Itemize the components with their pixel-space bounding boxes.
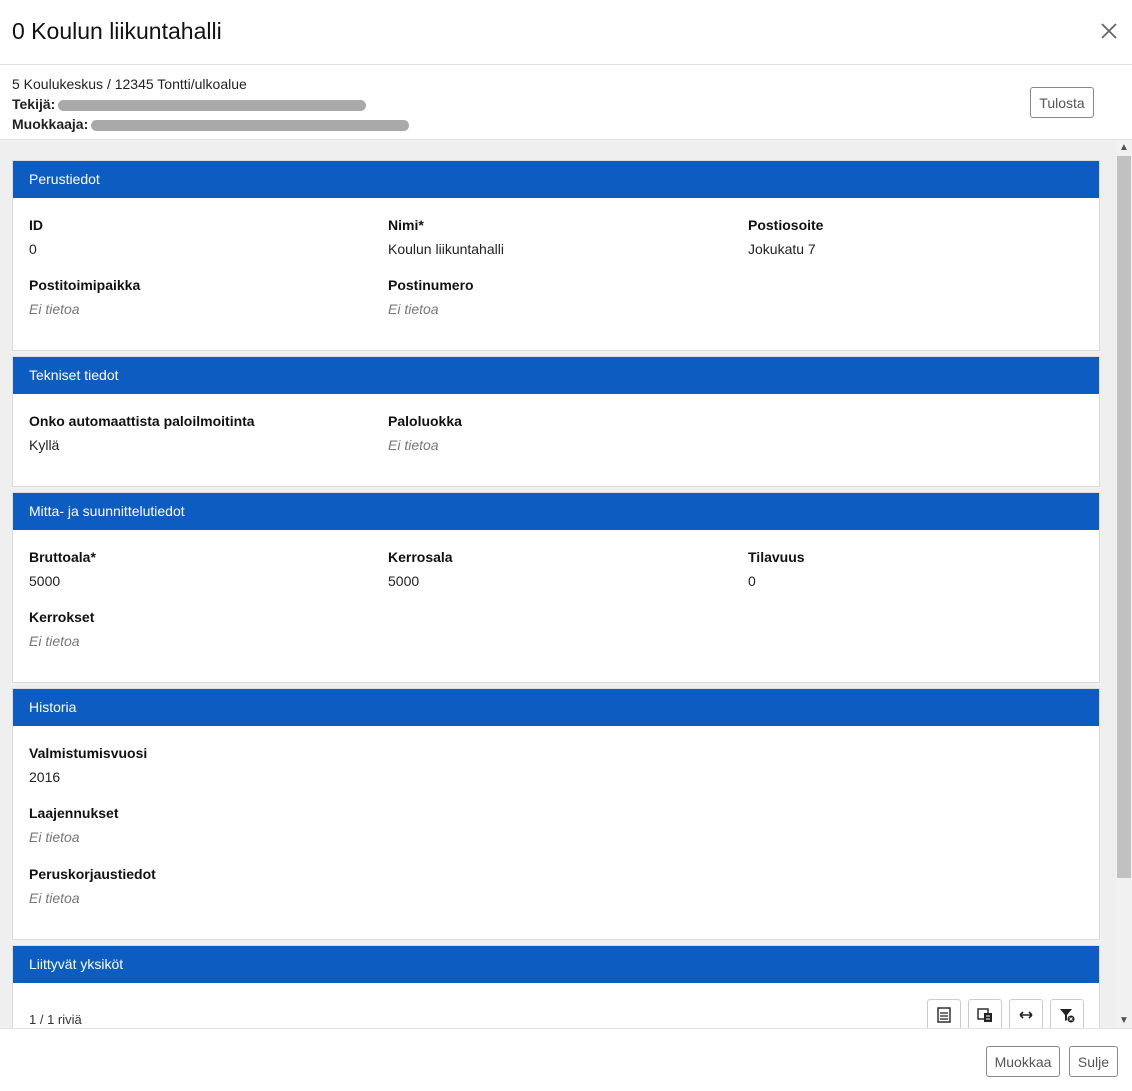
field-value: Jokukatu 7: [748, 241, 816, 257]
modifier-row: Muokkaaja:: [12, 114, 410, 134]
csv-icon: [937, 1007, 951, 1023]
redacted-creator: [58, 99, 367, 111]
field-value: Ei tietoa: [29, 890, 80, 906]
field-value: 5000: [388, 573, 420, 589]
field-value: Ei tietoa: [29, 301, 80, 317]
redacted-modifier: [91, 119, 410, 131]
field-label: Postinumero: [388, 277, 474, 293]
panel-mitta-ja-suunnittelutiedot: Mitta- ja suunnittelutiedot Bruttoala* 5…: [12, 492, 1100, 683]
filter-clear-icon: [1060, 1009, 1075, 1023]
panel-tekniset-tiedot: Tekniset tiedot Onko automaattista paloi…: [12, 356, 1100, 487]
arrows-horizontal-icon: [1019, 1011, 1033, 1019]
field-label: ID: [29, 217, 43, 233]
record-meta: 5 Koulukeskus / 12345 Tontti/ulkoalue Te…: [12, 74, 410, 134]
field-value: Koulun liikuntahalli: [388, 241, 504, 257]
creator-row: Tekijä:: [12, 94, 409, 114]
scrollbar-thumb[interactable]: [1117, 156, 1131, 878]
dialog-title: 0 Koulun liikuntahalli: [12, 18, 222, 44]
field-value: Ei tietoa: [388, 437, 439, 453]
field-postitoimipaikka: Postitoimipaikka Ei tietoa: [29, 277, 140, 317]
field-label: Bruttoala*: [29, 549, 96, 565]
creator-label: Tekijä:: [12, 96, 56, 112]
export-csv-button[interactable]: [927, 999, 961, 1029]
field-postinumero: Postinumero Ei tietoa: [388, 277, 474, 317]
panel-title: Mitta- ja suunnittelutiedot: [13, 493, 1099, 530]
panel-perustiedot: Perustiedot ID 0 Nimi* Koulun liikuntaha…: [12, 160, 1100, 351]
field-nimi: Nimi* Koulun liikuntahalli: [388, 217, 504, 257]
field-laajennukset: Laajennukset Ei tietoa: [29, 805, 118, 845]
field-label: Tilavuus: [748, 549, 805, 565]
panel-title: Liittyvät yksiköt: [13, 946, 1099, 983]
column-chooser-button[interactable]: [968, 999, 1002, 1029]
scroll-up-icon[interactable]: ▲: [1119, 143, 1129, 153]
field-postiosoite: Postiosoite Jokukatu 7: [748, 217, 823, 257]
field-label: Postitoimipaikka: [29, 277, 141, 293]
field-paloluokka: Paloluokka Ei tietoa: [388, 413, 462, 453]
breadcrumb: 5 Koulukeskus / 12345 Tontti/ulkoalue: [12, 76, 247, 92]
field-label: Peruskorjaustiedot: [29, 866, 156, 882]
field-label: Kerrosala: [388, 549, 453, 565]
field-label: Paloluokka: [388, 413, 462, 429]
row-count: 1 / 1 riviä: [29, 1012, 82, 1027]
field-value: 5000: [29, 573, 61, 589]
field-id: ID 0: [29, 217, 43, 257]
close-button[interactable]: Sulje: [1069, 1046, 1118, 1077]
dialog-body[interactable]: Perustiedot ID 0 Nimi* Koulun liikuntaha…: [0, 139, 1132, 1029]
clear-filters-button[interactable]: [1050, 999, 1084, 1029]
field-label: Laajennukset: [29, 805, 119, 821]
dialog-footer: Muokkaa Sulje: [0, 1028, 1132, 1091]
panel-liittyvat-yksikot: Liittyvät yksiköt 1 / 1 riviä: [12, 945, 1100, 1029]
field-value: 2016: [29, 769, 61, 785]
field-peruskorjaustiedot: Peruskorjaustiedot Ei tietoa: [29, 866, 156, 906]
field-value: 0: [748, 573, 756, 589]
field-kerrokset: Kerrokset Ei tietoa: [29, 609, 94, 649]
columns-icon: [977, 1008, 992, 1022]
dialog-header: 0 Koulun liikuntahalli: [0, 0, 1132, 65]
field-label: Postiosoite: [748, 217, 824, 233]
field-value: Kyllä: [29, 437, 60, 453]
field-label: Valmistumisvuosi: [29, 745, 148, 761]
panel-title: Historia: [13, 689, 1099, 726]
field-label: Onko automaattista paloilmoitinta: [29, 413, 255, 429]
panel-title: Perustiedot: [13, 161, 1099, 198]
autosize-columns-button[interactable]: [1009, 999, 1043, 1029]
field-value: Ei tietoa: [388, 301, 439, 317]
field-value: Ei tietoa: [29, 829, 80, 845]
panel-historia: Historia Valmistumisvuosi 2016 Laajennuk…: [12, 688, 1100, 940]
field-tilavuus: Tilavuus 0: [748, 549, 805, 589]
field-value: Ei tietoa: [29, 633, 80, 649]
print-button[interactable]: Tulosta: [1030, 87, 1094, 118]
field-label: Nimi*: [388, 217, 424, 233]
vertical-scrollbar[interactable]: ▲ ▼: [1116, 140, 1132, 1029]
field-paloilmoitin: Onko automaattista paloilmoitinta Kyllä: [29, 413, 255, 453]
field-bruttoala: Bruttoala* 5000: [29, 549, 96, 589]
close-icon[interactable]: [1098, 20, 1120, 42]
field-kerrosala: Kerrosala 5000: [388, 549, 453, 589]
field-label: Kerrokset: [29, 609, 95, 625]
field-valmistumisvuosi: Valmistumisvuosi 2016: [29, 745, 147, 785]
panel-title: Tekniset tiedot: [13, 357, 1099, 394]
edit-button[interactable]: Muokkaa: [986, 1046, 1060, 1077]
field-value: 0: [29, 241, 37, 257]
modifier-label: Muokkaaja:: [12, 116, 89, 132]
scroll-down-icon[interactable]: ▼: [1119, 1016, 1129, 1026]
